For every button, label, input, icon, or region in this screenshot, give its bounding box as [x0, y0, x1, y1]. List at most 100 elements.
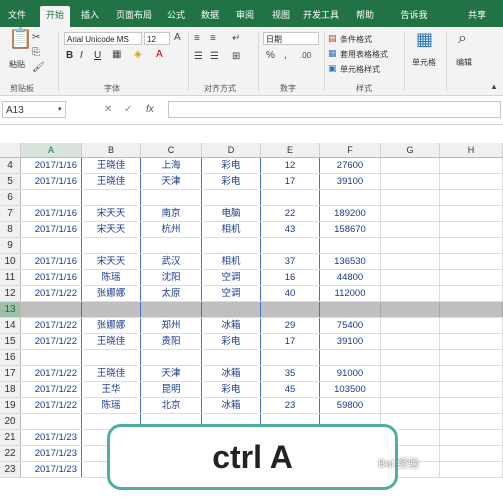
cell[interactable] — [21, 414, 82, 429]
cell[interactable] — [141, 302, 202, 317]
ribbon-tab[interactable]: 插入 — [78, 6, 102, 27]
cancel-icon[interactable]: ✕ — [104, 104, 112, 115]
cells-group-label[interactable]: 单元格 — [412, 57, 436, 68]
table-row[interactable]: 8 2017/1/16 宋天天 杭州 相机 43 158670 — [0, 222, 503, 238]
cell[interactable] — [21, 238, 82, 253]
cell[interactable] — [21, 302, 82, 317]
cell[interactable] — [141, 350, 202, 365]
paste-button-label[interactable]: 粘贴 — [9, 59, 25, 70]
cell[interactable]: 郑州 — [141, 318, 202, 333]
cell[interactable]: 136530 — [320, 254, 381, 269]
cell[interactable] — [381, 398, 440, 413]
cell[interactable]: 武汉 — [141, 254, 202, 269]
cell[interactable] — [381, 318, 440, 333]
table-row[interactable]: 13 — [0, 302, 503, 318]
cell[interactable]: 宋天天 — [82, 206, 141, 221]
copy-icon[interactable]: ⎘ — [32, 47, 40, 59]
cell[interactable]: 彩电 — [202, 334, 261, 349]
cell[interactable] — [261, 302, 320, 317]
cell[interactable]: 沈阳 — [141, 270, 202, 285]
ribbon-tab[interactable]: 页面布局 — [112, 6, 156, 27]
cell[interactable] — [440, 350, 503, 365]
cell[interactable] — [82, 302, 141, 317]
cell[interactable] — [440, 270, 503, 285]
merge-icon[interactable]: ⊞ — [232, 51, 240, 63]
cell[interactable]: 电脑 — [202, 206, 261, 221]
cell[interactable] — [440, 254, 503, 269]
cell[interactable]: 103500 — [320, 382, 381, 397]
cell[interactable] — [381, 158, 440, 173]
cell[interactable] — [381, 302, 440, 317]
italic-button[interactable]: I — [80, 50, 83, 61]
cell[interactable] — [440, 318, 503, 333]
comma-icon[interactable]: , — [284, 50, 287, 62]
cell[interactable]: 空调 — [202, 286, 261, 301]
cell[interactable] — [381, 366, 440, 381]
cell[interactable] — [82, 238, 141, 253]
cell[interactable]: 39100 — [320, 174, 381, 189]
row-header[interactable]: 9 — [0, 238, 21, 253]
cell[interactable]: 189200 — [320, 206, 381, 221]
cell[interactable]: 天津 — [141, 174, 202, 189]
cell[interactable]: 冰箱 — [202, 366, 261, 381]
cell[interactable]: 北京 — [141, 398, 202, 413]
table-row[interactable]: 7 2017/1/16 宋天天 南京 电脑 22 189200 — [0, 206, 503, 222]
cell[interactable] — [202, 238, 261, 253]
cell[interactable] — [82, 350, 141, 365]
cell[interactable] — [381, 206, 440, 221]
cell[interactable]: 上海 — [141, 158, 202, 173]
cell[interactable]: 2017/1/23 — [21, 430, 82, 445]
font-size-select[interactable]: 12 — [144, 32, 170, 45]
cell[interactable]: 35 — [261, 366, 320, 381]
collapse-ribbon-icon[interactable]: ▲ — [490, 81, 498, 93]
cell[interactable]: 16 — [261, 270, 320, 285]
row-header[interactable]: 13 — [0, 302, 21, 317]
cell[interactable] — [381, 270, 440, 285]
cells-icon[interactable]: ▦ — [416, 30, 433, 48]
cell[interactable]: 2017/1/16 — [21, 222, 82, 237]
cell[interactable]: 2017/1/23 — [21, 446, 82, 461]
underline-button[interactable]: U — [94, 50, 101, 61]
cell[interactable]: 22 — [261, 206, 320, 221]
cell[interactable] — [381, 174, 440, 189]
column-header[interactable]: A — [21, 143, 82, 158]
column-header[interactable]: B — [82, 143, 141, 158]
cell-style-button[interactable]: 单元格样式 — [340, 64, 380, 75]
cell[interactable]: 2017/1/16 — [21, 158, 82, 173]
paste-icon[interactable]: 📋 — [8, 29, 33, 49]
fill-color-icon[interactable]: ◈ — [134, 49, 142, 61]
cell[interactable]: 112000 — [320, 286, 381, 301]
cell[interactable]: 59800 — [320, 398, 381, 413]
row-header[interactable]: 7 — [0, 206, 21, 221]
cell[interactable] — [21, 350, 82, 365]
table-row[interactable]: 5 2017/1/16 王晓佳 天津 彩电 17 39100 — [0, 174, 503, 190]
cell[interactable]: 相机 — [202, 254, 261, 269]
align-top-icon[interactable]: ≡ — [194, 33, 200, 45]
row-header[interactable]: 10 — [0, 254, 21, 269]
table-row[interactable]: 9 — [0, 238, 503, 254]
cell[interactable] — [440, 286, 503, 301]
cell[interactable]: 宋天天 — [82, 254, 141, 269]
cell[interactable]: 贵阳 — [141, 334, 202, 349]
cell[interactable]: 昆明 — [141, 382, 202, 397]
cell[interactable]: 29 — [261, 318, 320, 333]
editing-group-label[interactable]: 编辑 — [456, 57, 472, 68]
row-header[interactable]: 11 — [0, 270, 21, 285]
cell[interactable]: 23 — [261, 398, 320, 413]
ribbon-tab[interactable]: 帮助 — [352, 6, 378, 27]
enter-icon[interactable]: ✓ — [124, 104, 132, 115]
wrap-text-icon[interactable]: ↵ — [232, 33, 240, 45]
cell[interactable]: 陈瑶 — [82, 398, 141, 413]
cell[interactable] — [440, 446, 503, 461]
table-row[interactable]: 15 2017/1/22 王晓佳 贵阳 彩电 17 39100 — [0, 334, 503, 350]
ribbon-tab[interactable]: 共享 — [462, 6, 492, 27]
cell[interactable]: 2017/1/22 — [21, 334, 82, 349]
row-header[interactable]: 21 — [0, 430, 21, 445]
cell[interactable] — [440, 366, 503, 381]
cell[interactable]: 张娜娜 — [82, 318, 141, 333]
cell[interactable] — [381, 238, 440, 253]
ribbon-tab[interactable]: 数据 — [197, 6, 223, 27]
cell[interactable] — [320, 190, 381, 205]
table-row[interactable]: 17 2017/1/22 王晓佳 天津 冰箱 35 91000 — [0, 366, 503, 382]
cell[interactable]: 冰箱 — [202, 398, 261, 413]
